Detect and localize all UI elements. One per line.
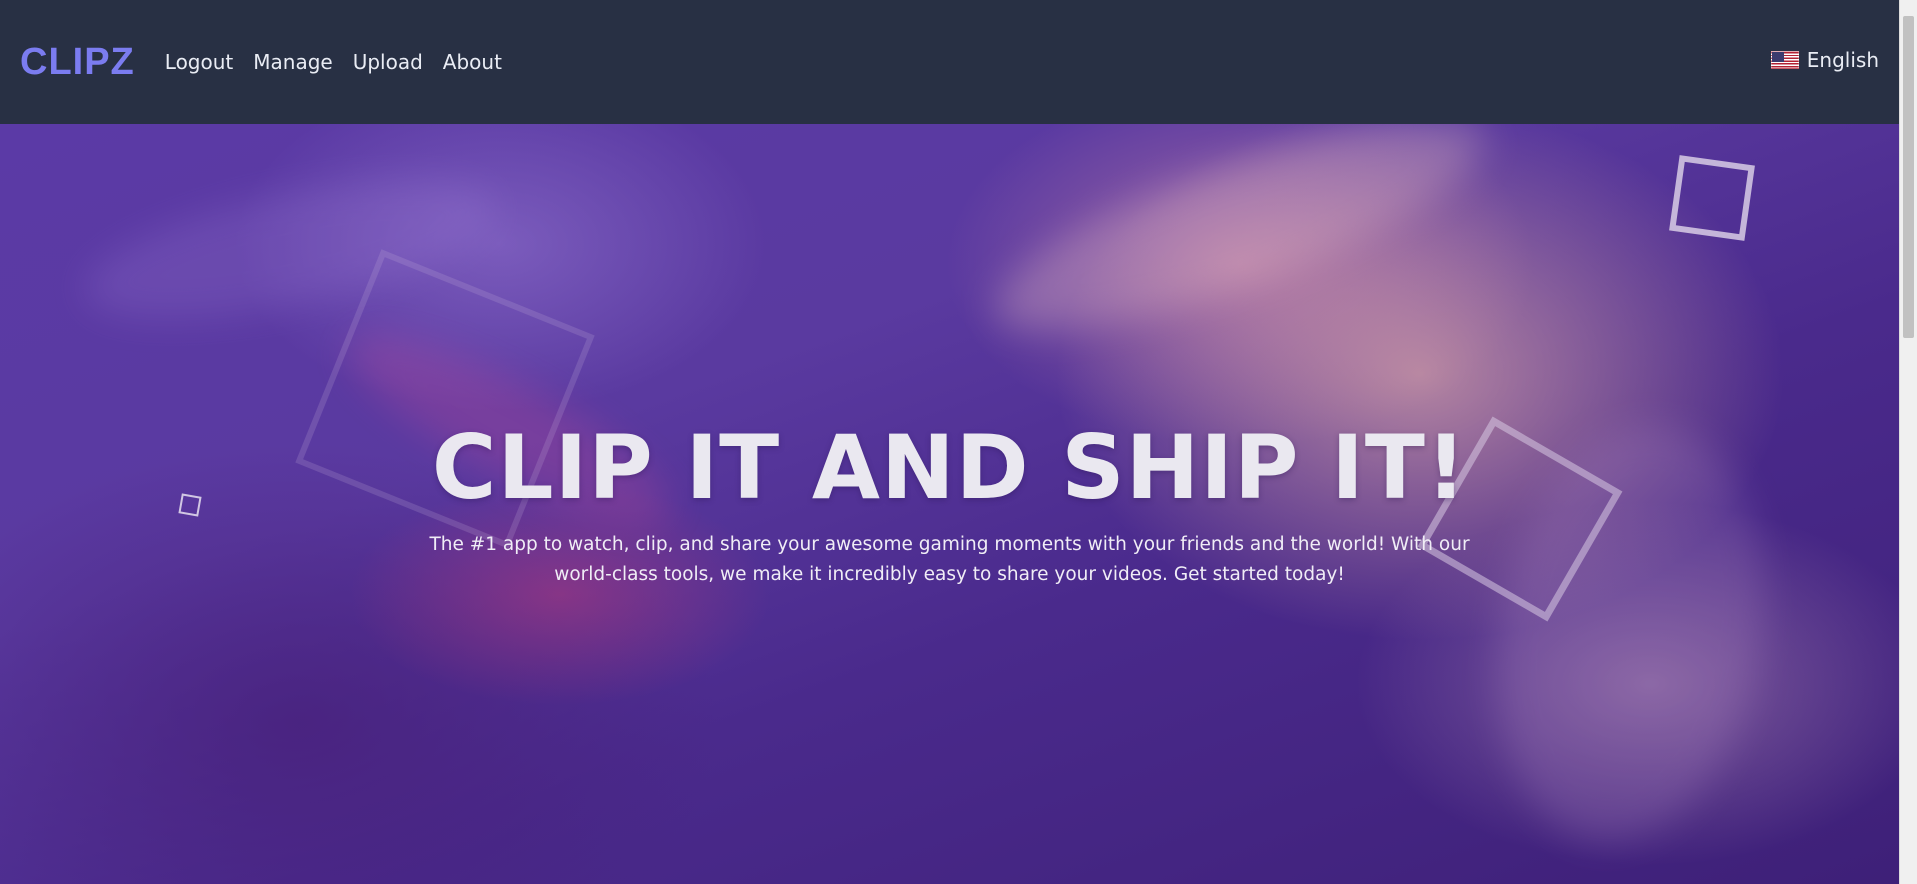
language-label: English <box>1806 48 1879 72</box>
language-selector[interactable]: English <box>1770 48 1879 72</box>
us-flag-icon <box>1770 51 1799 69</box>
hero-subtitle: The #1 app to watch, clip, and share you… <box>429 534 1470 585</box>
hero-title: CLIP IT AND SHIP IT! <box>431 416 1468 519</box>
nav-upload-link[interactable]: Upload <box>353 50 423 74</box>
top-navbar: CLIPZ Logout Manage Upload About English <box>0 0 1899 124</box>
decorative-square <box>1669 155 1755 241</box>
nav-about-link[interactable]: About <box>443 50 502 74</box>
hero-background-streak <box>975 124 1505 370</box>
nav-links: Logout Manage Upload About <box>165 50 502 74</box>
nav-logout-link[interactable]: Logout <box>165 50 233 74</box>
hero-content: CLIP IT AND SHIP IT! The #1 app to watch… <box>0 424 1899 590</box>
page: CLIPZ Logout Manage Upload About English… <box>0 0 1917 884</box>
scrollbar-thumb[interactable] <box>1903 16 1914 338</box>
page-scrollbar[interactable] <box>1899 0 1917 884</box>
hero-section: CLIP IT AND SHIP IT! The #1 app to watch… <box>0 124 1899 884</box>
nav-manage-link[interactable]: Manage <box>253 50 332 74</box>
brand-logo[interactable]: CLIPZ <box>20 41 135 84</box>
